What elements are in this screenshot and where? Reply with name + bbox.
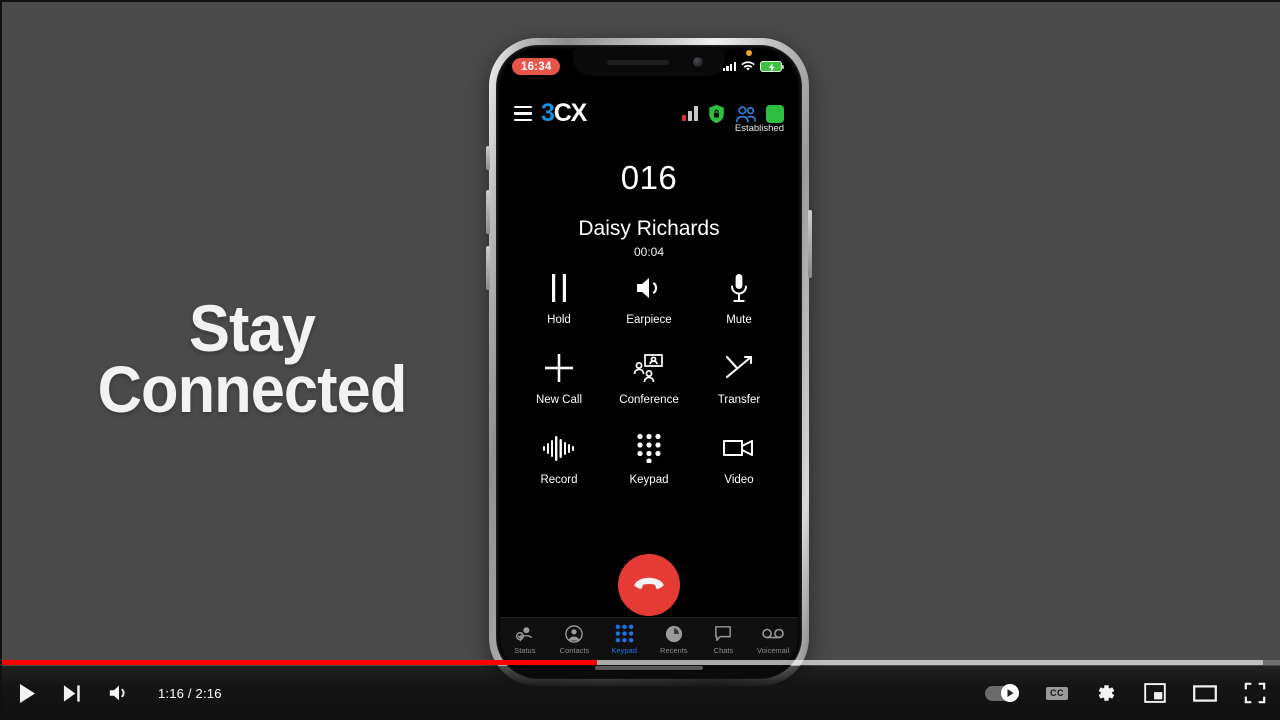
control-video[interactable]: Video xyxy=(694,431,784,486)
recording-time-pill: 16:34 xyxy=(512,58,561,75)
logo-suffix: CX xyxy=(553,99,588,127)
tab-label: Voicemail xyxy=(757,646,790,655)
tab-contacts[interactable]: Contacts xyxy=(551,624,597,655)
plus-icon xyxy=(543,351,575,385)
tab-recents[interactable]: Recents xyxy=(651,624,697,655)
play-icon[interactable] xyxy=(18,683,37,704)
control-label: Record xyxy=(540,474,578,486)
video-player-controls: 1:16 / 2:16 CC xyxy=(2,660,1280,720)
control-keypad[interactable]: Keypad xyxy=(604,431,694,486)
captions-button[interactable]: CC xyxy=(1046,686,1068,700)
control-label: Earpiece xyxy=(626,314,672,326)
miniplayer-icon[interactable] xyxy=(1144,683,1166,703)
tab-keypad[interactable]: Keypad xyxy=(601,624,647,655)
tab-label: Status xyxy=(514,646,536,655)
control-conference[interactable]: Conference xyxy=(604,351,694,406)
clock-icon xyxy=(665,624,683,643)
tab-label: Recents xyxy=(660,646,688,655)
time-display: 1:16 / 2:16 xyxy=(158,685,222,701)
status-bar-icons xyxy=(722,50,785,72)
tab-chats[interactable]: Chats xyxy=(700,624,746,655)
logo-prefix: 3 xyxy=(541,99,555,127)
orange-privacy-dot-icon xyxy=(746,50,752,56)
app-logo: 3CX xyxy=(541,99,588,127)
caller-name: Daisy Richards xyxy=(578,217,720,240)
phone-power-button xyxy=(808,210,812,278)
contacts-person-icon xyxy=(565,624,584,643)
app-brand: 3CX xyxy=(514,99,588,127)
control-label: Video xyxy=(724,474,754,486)
dialpad-icon xyxy=(615,624,634,643)
video-stage[interactable]: Stay Connected 16:34 3CX Established 016… xyxy=(0,0,1280,720)
control-transfer[interactable]: Transfer xyxy=(694,351,784,406)
player-left-controls: 1:16 / 2:16 xyxy=(18,666,222,720)
fullscreen-icon[interactable] xyxy=(1244,682,1266,704)
call-number: 016 xyxy=(620,159,678,196)
call-duration: 00:04 xyxy=(633,245,665,259)
phone-bezel: 16:34 3CX Established 016 Daisy Richards… xyxy=(496,45,802,679)
green-status-square-icon[interactable] xyxy=(766,104,784,123)
phone-volume-down-button xyxy=(486,246,490,290)
control-mute[interactable]: Mute xyxy=(694,271,784,326)
phone-screen: 16:34 3CX Established 016 Daisy Richards… xyxy=(500,49,798,675)
gear-icon[interactable] xyxy=(1095,682,1117,704)
end-call-button[interactable] xyxy=(618,554,680,616)
theater-mode-icon[interactable] xyxy=(1193,684,1217,703)
control-label: New Call xyxy=(535,394,582,406)
control-record[interactable]: Record xyxy=(514,431,604,486)
control-label: Hold xyxy=(547,314,571,326)
status-person-icon xyxy=(515,624,534,643)
wifi-icon xyxy=(741,61,755,71)
tab-label: Keypad xyxy=(611,646,637,655)
battery-charging-icon xyxy=(760,61,785,72)
shield-lock-icon[interactable] xyxy=(707,104,726,124)
chat-bubble-icon xyxy=(714,624,732,643)
dialpad-icon xyxy=(636,431,662,465)
phone-mute-switch xyxy=(486,146,490,170)
tab-voicemail[interactable]: Voicemail xyxy=(750,624,796,655)
control-label: Keypad xyxy=(629,474,669,486)
overlay-headline: Stay Connected xyxy=(75,295,428,427)
pause-icon xyxy=(548,271,570,305)
autoplay-knob xyxy=(1001,684,1019,702)
autoplay-toggle[interactable] xyxy=(985,684,1019,702)
video-camera-icon xyxy=(722,431,756,465)
tab-status[interactable]: Status xyxy=(502,624,548,655)
hamburger-menu-icon[interactable] xyxy=(514,105,532,122)
phone-mockup: 16:34 3CX Established 016 Daisy Richards… xyxy=(486,38,812,686)
cellular-bars-icon xyxy=(722,62,736,71)
control-label: Mute xyxy=(726,314,752,326)
tab-label: Chats xyxy=(713,646,734,655)
volume-icon[interactable] xyxy=(108,683,130,703)
control-label: Conference xyxy=(619,394,679,406)
earpiece-speaker-icon xyxy=(607,60,669,65)
headline-line-2: Connected xyxy=(97,352,408,427)
call-quality-bars-icon xyxy=(682,106,698,121)
waveform-icon xyxy=(542,431,576,465)
control-label: Transfer xyxy=(717,394,761,406)
control-new-call[interactable]: New Call xyxy=(514,351,604,406)
connection-status-label: Established xyxy=(734,123,784,134)
tab-label: Contacts xyxy=(559,646,590,655)
transfer-arrow-icon xyxy=(723,351,755,385)
header-status-icons xyxy=(682,104,784,124)
end-call-handset-icon xyxy=(634,577,664,589)
control-earpiece[interactable]: Earpiece xyxy=(604,271,694,326)
progress-played xyxy=(2,660,598,665)
progress-bar[interactable] xyxy=(2,660,1280,665)
speaker-icon xyxy=(634,271,664,305)
voicemail-icon xyxy=(762,624,784,643)
conference-people-icon xyxy=(633,351,665,385)
player-right-controls: CC xyxy=(985,666,1266,720)
phone-volume-up-button xyxy=(486,190,490,234)
call-controls-grid: Hold Earpiece Mute New Call Conference T… xyxy=(500,271,798,486)
people-icon[interactable] xyxy=(735,105,757,123)
control-hold[interactable]: Hold xyxy=(514,271,604,326)
next-video-icon[interactable] xyxy=(63,684,82,703)
microphone-icon xyxy=(729,271,749,305)
phone-notch xyxy=(573,49,725,76)
front-camera-icon xyxy=(693,57,703,67)
